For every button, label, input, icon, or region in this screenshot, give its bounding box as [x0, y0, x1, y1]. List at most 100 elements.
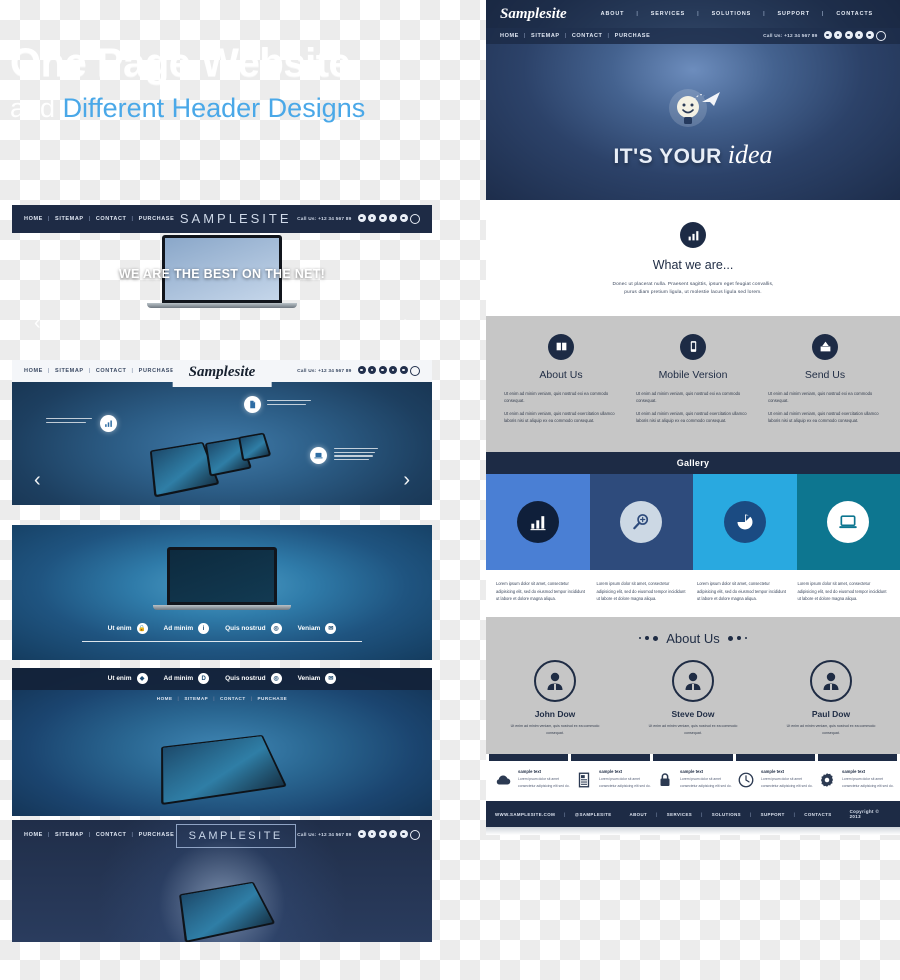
- page-logo[interactable]: Samplesite: [500, 6, 567, 23]
- banner-1-nav[interactable]: HOME | SITEMAP | CONTACT | PURCHASE: [24, 216, 174, 222]
- banner-5-logo[interactable]: SAMPLESITE: [175, 824, 296, 848]
- gallery-tile-0[interactable]: [486, 474, 590, 571]
- social-icon-rss[interactable]: [410, 214, 420, 224]
- features-tab-3[interactable]: [735, 754, 815, 762]
- social-icon-linkedin[interactable]: [389, 214, 397, 222]
- features-tab-1[interactable]: [571, 754, 651, 762]
- footer-link-contacts[interactable]: CONTACTS: [795, 812, 840, 817]
- social-icon-google[interactable]: [378, 366, 387, 374]
- nav-purchase[interactable]: PURCHASE: [257, 696, 287, 701]
- nav-purchase[interactable]: PURCHASE: [139, 216, 175, 222]
- nav-sitemap[interactable]: SITEMAP: [184, 696, 208, 701]
- social-icon-rss[interactable]: [410, 830, 420, 840]
- social-icon-youtube[interactable]: [399, 214, 408, 222]
- nav-home[interactable]: HOME: [24, 216, 43, 222]
- nav-home[interactable]: HOME: [500, 33, 519, 39]
- nav-sitemap[interactable]: SITEMAP: [55, 832, 84, 838]
- banner-2-logo[interactable]: Samplesite: [172, 360, 272, 387]
- team-member-1[interactable]: Steve Dow Ut enim ad minim veniam, quis …: [624, 659, 762, 737]
- features-tab-0[interactable]: [489, 754, 569, 762]
- banner-2-badge-chart[interactable]: [100, 415, 117, 432]
- nav-contact[interactable]: CONTACT: [96, 368, 127, 374]
- footer-link-services[interactable]: SERVICES: [658, 812, 701, 817]
- banner-4-menu[interactable]: Ut enim ◆ Ad minim D Quis nostrud ◎ Veniam ✉: [12, 673, 432, 684]
- nav-home[interactable]: HOME: [157, 696, 173, 701]
- banner-4-menu-item-3[interactable]: Veniam ✉: [298, 673, 337, 684]
- nav-sitemap[interactable]: SITEMAP: [55, 216, 84, 222]
- banner-4-menu-item-1[interactable]: Ad minim D: [164, 673, 210, 684]
- social-icon-youtube[interactable]: [399, 830, 408, 838]
- banner-3-menu-item-1[interactable]: Ad minim i: [164, 623, 210, 634]
- page-main-nav[interactable]: ABOUT | SERVICES | SOLUTIONS | SUPPORT | CONTACT…: [589, 11, 885, 17]
- social-icon-twitter[interactable]: [368, 830, 376, 838]
- banner-2-social-links[interactable]: [357, 366, 420, 376]
- banner-4-menu-item-0[interactable]: Ut enim ◆: [108, 673, 148, 684]
- social-icon-linkedin[interactable]: [389, 366, 397, 374]
- nav-purchase[interactable]: PURCHASE: [139, 832, 175, 838]
- nav-home[interactable]: HOME: [24, 368, 43, 374]
- nav-home[interactable]: HOME: [24, 832, 43, 838]
- features-tab-2[interactable]: [653, 754, 733, 762]
- nav-solutions[interactable]: SOLUTIONS: [700, 11, 764, 17]
- banner-2-next-arrow[interactable]: ›: [403, 470, 410, 490]
- banner-1-social-links[interactable]: [357, 214, 420, 224]
- nav-purchase[interactable]: PURCHASE: [139, 368, 175, 374]
- nav-about[interactable]: ABOUT: [589, 11, 637, 17]
- banner-1-next-arrow[interactable]: ›: [403, 313, 410, 333]
- nav-contact[interactable]: CONTACT: [572, 33, 603, 39]
- nav-purchase[interactable]: PURCHASE: [615, 33, 651, 39]
- banner-2-badge-document[interactable]: [244, 396, 261, 413]
- banner-1-logo[interactable]: SAMPLESITE: [180, 211, 292, 226]
- social-icon-facebook[interactable]: [357, 366, 366, 374]
- nav-services[interactable]: SERVICES: [639, 11, 697, 17]
- footer-link-solutions[interactable]: SOLUTIONS: [703, 812, 750, 817]
- social-icon-facebook[interactable]: [823, 31, 832, 39]
- banner-3-menu-item-2[interactable]: Quis nostrud ◎: [225, 623, 282, 634]
- gallery-tiles[interactable]: [486, 474, 900, 571]
- banner-2-nav[interactable]: HOME | SITEMAP | CONTACT | PURCHASE: [24, 368, 174, 374]
- social-icon-rss[interactable]: [876, 31, 886, 41]
- team-member-2[interactable]: Paul Dow Ut enim ad minim veniam, quis n…: [762, 659, 900, 737]
- social-icon-facebook[interactable]: [357, 214, 366, 222]
- banner-5-social-links[interactable]: [357, 830, 420, 840]
- nav-sitemap[interactable]: SITEMAP: [55, 368, 84, 374]
- banner-3-menu[interactable]: Ut enim 🔒 Ad minim i Quis nostrud ◎ Veniam ✉: [12, 623, 432, 634]
- nav-support[interactable]: SUPPORT: [766, 11, 822, 17]
- footer-link-about[interactable]: ABOUT: [621, 812, 657, 817]
- banner-3-menu-item-0[interactable]: Ut enim 🔒: [108, 623, 148, 634]
- social-icon-facebook[interactable]: [357, 830, 366, 838]
- features-tab-4[interactable]: [817, 754, 898, 762]
- banner-4-menu-item-2[interactable]: Quis nostrud ◎: [225, 673, 282, 684]
- page-social-links[interactable]: [823, 31, 886, 41]
- social-icon-rss[interactable]: [410, 366, 420, 376]
- banner-4[interactable]: Ut enim ◆ Ad minim D Quis nostrud ◎ Veniam ✉…: [12, 668, 432, 816]
- banner-5[interactable]: HOME | SITEMAP | CONTACT | PURCHASE SAMPLESITE…: [12, 820, 432, 942]
- nav-sitemap[interactable]: SITEMAP: [531, 33, 560, 39]
- gallery-tile-1[interactable]: [589, 474, 693, 571]
- footer-link-support[interactable]: SUPPORT: [752, 812, 794, 817]
- social-icon-twitter[interactable]: [368, 366, 376, 374]
- banner-2-prev-arrow[interactable]: ‹: [34, 470, 41, 490]
- banner-4-subnav[interactable]: HOME | SITEMAP | CONTACT | PURCHASE: [12, 696, 432, 701]
- social-icon-youtube[interactable]: [399, 366, 408, 374]
- banner-1[interactable]: HOME | SITEMAP | CONTACT | PURCHASE SAMPLESITE…: [12, 205, 432, 340]
- social-icon-twitter[interactable]: [834, 31, 842, 39]
- banner-5-nav[interactable]: HOME | SITEMAP | CONTACT | PURCHASE: [24, 832, 174, 838]
- banner-1-prev-arrow[interactable]: ‹: [34, 313, 41, 333]
- social-icon-google[interactable]: [844, 31, 853, 39]
- nav-contact[interactable]: CONTACT: [220, 696, 246, 701]
- banner-3-menu-item-3[interactable]: Veniam ✉: [298, 623, 337, 634]
- social-icon-google[interactable]: [378, 214, 387, 222]
- banner-2-badge-laptop[interactable]: [310, 447, 327, 464]
- social-icon-twitter[interactable]: [368, 214, 376, 222]
- nav-contact[interactable]: CONTACT: [96, 216, 127, 222]
- team-member-0[interactable]: John Dow Ut enim ad minim veniam, quis n…: [486, 659, 624, 737]
- banner-2[interactable]: HOME | SITEMAP | CONTACT | PURCHASE Call Us: +…: [12, 360, 432, 505]
- social-icon-linkedin[interactable]: [855, 31, 863, 39]
- nav-contacts[interactable]: CONTACTS: [824, 11, 885, 17]
- gallery-tile-2[interactable]: [693, 474, 797, 571]
- nav-contact[interactable]: CONTACT: [96, 832, 127, 838]
- page-sub-nav[interactable]: HOME | SITEMAP | CONTACT | PURCHASE: [500, 33, 650, 39]
- footer-handle[interactable]: @SAMPLESITE: [566, 812, 621, 817]
- social-icon-youtube[interactable]: [865, 31, 874, 39]
